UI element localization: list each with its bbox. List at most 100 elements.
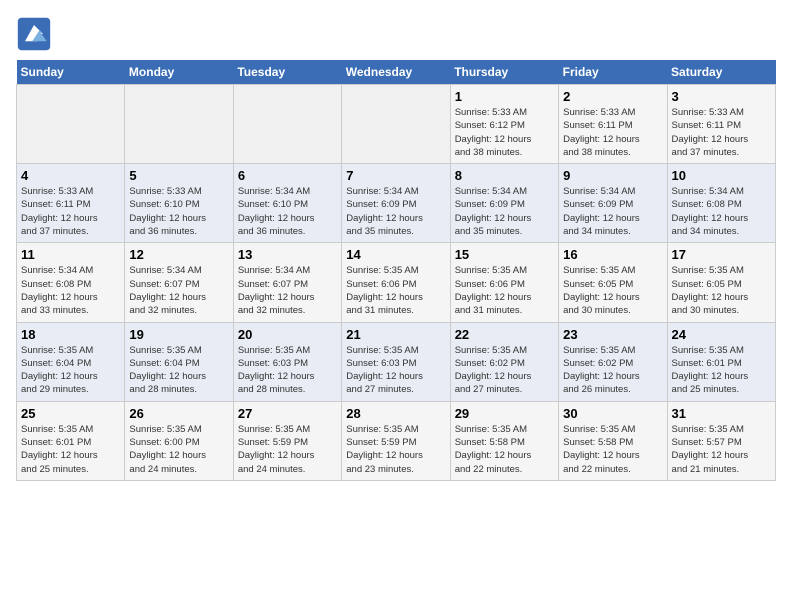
calendar-cell: 15 Sunrise: 5:35 AM Sunset: 6:06 PM Dayli…: [450, 243, 558, 322]
calendar-cell: 8 Sunrise: 5:34 AM Sunset: 6:09 PM Daylig…: [450, 164, 558, 243]
day-header-thursday: Thursday: [450, 60, 558, 85]
calendar-cell: 28 Sunrise: 5:35 AM Sunset: 5:59 PM Dayli…: [342, 401, 450, 480]
day-info: Sunrise: 5:35 AM Sunset: 5:58 PM Dayligh…: [563, 423, 662, 476]
day-info: Sunrise: 5:34 AM Sunset: 6:09 PM Dayligh…: [346, 185, 445, 238]
day-info: Sunrise: 5:35 AM Sunset: 6:01 PM Dayligh…: [21, 423, 120, 476]
calendar-cell: 31Sunrise: 5:35 AM Sunset: 5:57 PM Dayli…: [667, 401, 775, 480]
day-number: 30: [563, 406, 662, 421]
day-info: Sunrise: 5:35 AM Sunset: 6:04 PM Dayligh…: [129, 344, 228, 397]
calendar-cell: 12 Sunrise: 5:34 AM Sunset: 6:07 PM Dayli…: [125, 243, 233, 322]
day-number: 4: [21, 168, 120, 183]
calendar-table: SundayMondayTuesdayWednesdayThursdayFrid…: [16, 60, 776, 481]
day-info: Sunrise: 5:35 AM Sunset: 5:59 PM Dayligh…: [238, 423, 337, 476]
calendar-cell: 29 Sunrise: 5:35 AM Sunset: 5:58 PM Dayli…: [450, 401, 558, 480]
day-info: Sunrise: 5:34 AM Sunset: 6:07 PM Dayligh…: [238, 264, 337, 317]
day-number: 29: [455, 406, 554, 421]
calendar-cell: 24Sunrise: 5:35 AM Sunset: 6:01 PM Dayli…: [667, 322, 775, 401]
day-info: Sunrise: 5:35 AM Sunset: 6:06 PM Dayligh…: [455, 264, 554, 317]
day-info: Sunrise: 5:34 AM Sunset: 6:08 PM Dayligh…: [21, 264, 120, 317]
calendar-header-row: SundayMondayTuesdayWednesdayThursdayFrid…: [17, 60, 776, 85]
day-number: 6: [238, 168, 337, 183]
day-info: Sunrise: 5:33 AM Sunset: 6:11 PM Dayligh…: [672, 106, 771, 159]
day-info: Sunrise: 5:35 AM Sunset: 6:02 PM Dayligh…: [563, 344, 662, 397]
calendar-cell: 30 Sunrise: 5:35 AM Sunset: 5:58 PM Dayli…: [559, 401, 667, 480]
day-info: Sunrise: 5:33 AM Sunset: 6:10 PM Dayligh…: [129, 185, 228, 238]
calendar-cell: 22Sunrise: 5:35 AM Sunset: 6:02 PM Dayli…: [450, 322, 558, 401]
day-info: Sunrise: 5:35 AM Sunset: 6:03 PM Dayligh…: [346, 344, 445, 397]
page-header: [16, 16, 776, 52]
calendar-cell: 21 Sunrise: 5:35 AM Sunset: 6:03 PM Dayli…: [342, 322, 450, 401]
day-number: 10: [672, 168, 771, 183]
calendar-cell: 1 Sunrise: 5:33 AM Sunset: 6:12 PM Daylig…: [450, 85, 558, 164]
day-number: 16: [563, 247, 662, 262]
day-number: 18: [21, 327, 120, 342]
calendar-cell: 18 Sunrise: 5:35 AM Sunset: 6:04 PM Dayli…: [17, 322, 125, 401]
day-number: 25: [21, 406, 120, 421]
day-info: Sunrise: 5:34 AM Sunset: 6:09 PM Dayligh…: [455, 185, 554, 238]
day-number: 23: [563, 327, 662, 342]
calendar-week-1: 1 Sunrise: 5:33 AM Sunset: 6:12 PM Daylig…: [17, 85, 776, 164]
day-info: Sunrise: 5:34 AM Sunset: 6:10 PM Dayligh…: [238, 185, 337, 238]
calendar-cell: 10 Sunrise: 5:34 AM Sunset: 6:08 PM Dayli…: [667, 164, 775, 243]
day-number: 7: [346, 168, 445, 183]
calendar-cell: 20 Sunrise: 5:35 AM Sunset: 6:03 PM Dayli…: [233, 322, 341, 401]
day-info: Sunrise: 5:35 AM Sunset: 6:05 PM Dayligh…: [563, 264, 662, 317]
day-number: 28: [346, 406, 445, 421]
calendar-cell: [125, 85, 233, 164]
day-header-saturday: Saturday: [667, 60, 775, 85]
calendar-cell: 5 Sunrise: 5:33 AM Sunset: 6:10 PM Daylig…: [125, 164, 233, 243]
calendar-week-5: 25 Sunrise: 5:35 AM Sunset: 6:01 PM Dayli…: [17, 401, 776, 480]
day-header-sunday: Sunday: [17, 60, 125, 85]
day-info: Sunrise: 5:33 AM Sunset: 6:12 PM Dayligh…: [455, 106, 554, 159]
day-number: 12: [129, 247, 228, 262]
day-number: 15: [455, 247, 554, 262]
day-info: Sunrise: 5:35 AM Sunset: 5:58 PM Dayligh…: [455, 423, 554, 476]
day-number: 21: [346, 327, 445, 342]
day-info: Sunrise: 5:34 AM Sunset: 6:08 PM Dayligh…: [672, 185, 771, 238]
day-number: 11: [21, 247, 120, 262]
calendar-cell: [233, 85, 341, 164]
day-header-tuesday: Tuesday: [233, 60, 341, 85]
calendar-cell: 16 Sunrise: 5:35 AM Sunset: 6:05 PM Dayli…: [559, 243, 667, 322]
calendar-body: 1 Sunrise: 5:33 AM Sunset: 6:12 PM Daylig…: [17, 85, 776, 481]
day-info: Sunrise: 5:35 AM Sunset: 6:04 PM Dayligh…: [21, 344, 120, 397]
calendar-cell: 19 Sunrise: 5:35 AM Sunset: 6:04 PM Dayli…: [125, 322, 233, 401]
calendar-cell: 6 Sunrise: 5:34 AM Sunset: 6:10 PM Daylig…: [233, 164, 341, 243]
day-info: Sunrise: 5:35 AM Sunset: 6:03 PM Dayligh…: [238, 344, 337, 397]
day-info: Sunrise: 5:35 AM Sunset: 6:02 PM Dayligh…: [455, 344, 554, 397]
day-number: 27: [238, 406, 337, 421]
day-number: 19: [129, 327, 228, 342]
day-number: 9: [563, 168, 662, 183]
day-header-friday: Friday: [559, 60, 667, 85]
calendar-week-3: 11 Sunrise: 5:34 AM Sunset: 6:08 PM Dayli…: [17, 243, 776, 322]
day-number: 17: [672, 247, 771, 262]
calendar-cell: 14 Sunrise: 5:35 AM Sunset: 6:06 PM Dayli…: [342, 243, 450, 322]
day-header-monday: Monday: [125, 60, 233, 85]
day-number: 8: [455, 168, 554, 183]
day-info: Sunrise: 5:35 AM Sunset: 5:59 PM Dayligh…: [346, 423, 445, 476]
calendar-cell: 2 Sunrise: 5:33 AM Sunset: 6:11 PM Daylig…: [559, 85, 667, 164]
day-number: 2: [563, 89, 662, 104]
day-info: Sunrise: 5:34 AM Sunset: 6:07 PM Dayligh…: [129, 264, 228, 317]
calendar-cell: 13Sunrise: 5:34 AM Sunset: 6:07 PM Dayli…: [233, 243, 341, 322]
day-number: 31: [672, 406, 771, 421]
day-info: Sunrise: 5:33 AM Sunset: 6:11 PM Dayligh…: [563, 106, 662, 159]
calendar-cell: 23 Sunrise: 5:35 AM Sunset: 6:02 PM Dayli…: [559, 322, 667, 401]
calendar-cell: 3 Sunrise: 5:33 AM Sunset: 6:11 PM Daylig…: [667, 85, 775, 164]
day-number: 24: [672, 327, 771, 342]
day-info: Sunrise: 5:35 AM Sunset: 6:06 PM Dayligh…: [346, 264, 445, 317]
day-info: Sunrise: 5:33 AM Sunset: 6:11 PM Dayligh…: [21, 185, 120, 238]
day-number: 14: [346, 247, 445, 262]
day-number: 26: [129, 406, 228, 421]
day-info: Sunrise: 5:35 AM Sunset: 6:00 PM Dayligh…: [129, 423, 228, 476]
day-number: 20: [238, 327, 337, 342]
day-number: 1: [455, 89, 554, 104]
day-number: 3: [672, 89, 771, 104]
calendar-week-4: 18 Sunrise: 5:35 AM Sunset: 6:04 PM Dayli…: [17, 322, 776, 401]
day-number: 5: [129, 168, 228, 183]
calendar-cell: 25 Sunrise: 5:35 AM Sunset: 6:01 PM Dayli…: [17, 401, 125, 480]
calendar-cell: 7 Sunrise: 5:34 AM Sunset: 6:09 PM Daylig…: [342, 164, 450, 243]
logo: [16, 16, 56, 52]
calendar-cell: 26 Sunrise: 5:35 AM Sunset: 6:00 PM Dayli…: [125, 401, 233, 480]
day-info: Sunrise: 5:34 AM Sunset: 6:09 PM Dayligh…: [563, 185, 662, 238]
